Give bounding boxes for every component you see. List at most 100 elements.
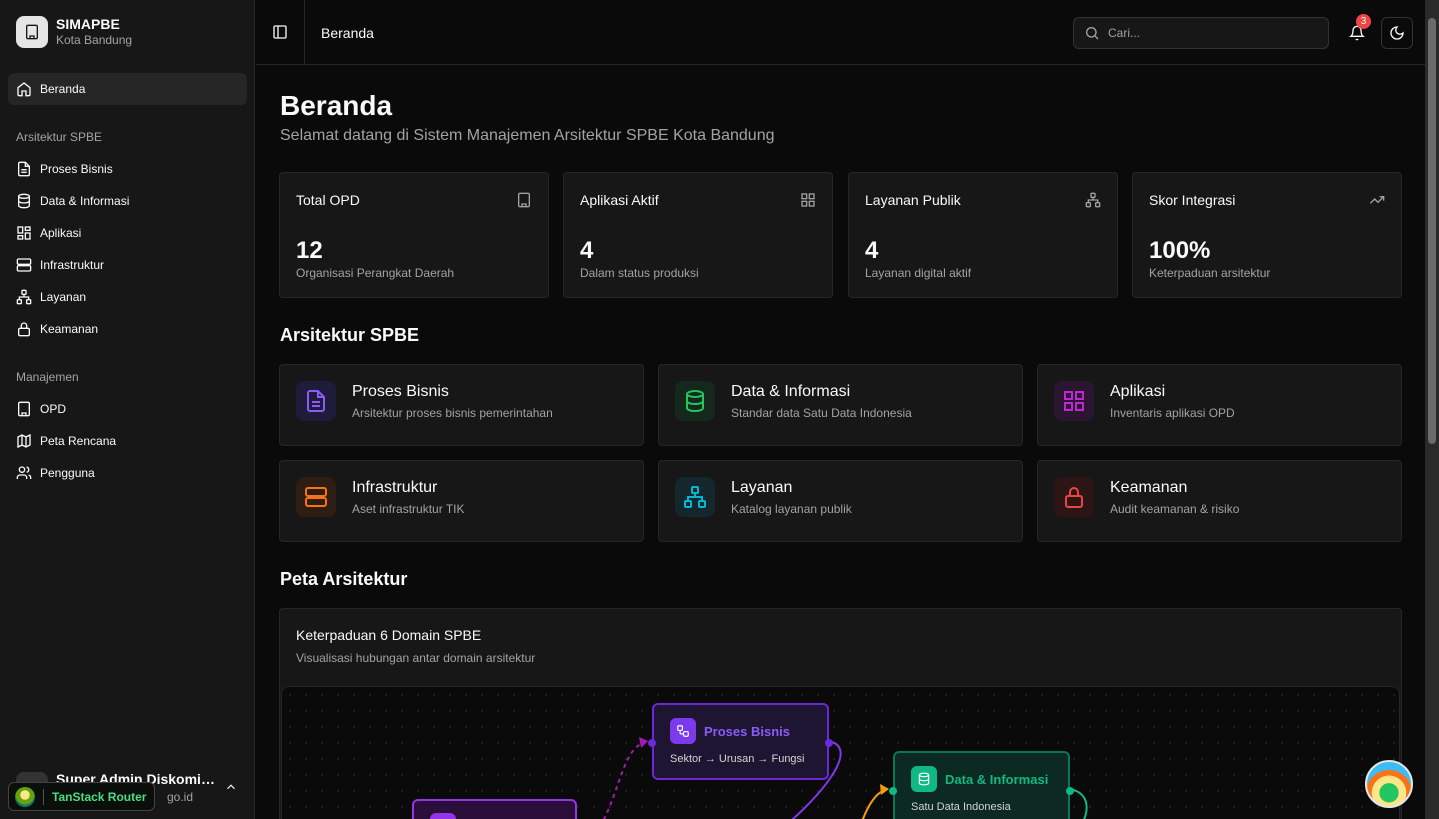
home-icon: [17, 82, 31, 97]
sidebar-item-data-informasi[interactable]: Data & Informasi: [8, 185, 247, 217]
tanstack-devtools-button[interactable]: TanStack Router: [8, 782, 156, 811]
notification-badge: 3: [1356, 14, 1371, 29]
sidebar-group-label: Arsitektur SPBE: [16, 130, 103, 144]
building-icon: [18, 401, 30, 417]
server-icon: [296, 477, 336, 517]
domain-title: Layanan: [731, 479, 793, 496]
domain-description: Aset infrastruktur TIK: [352, 502, 465, 516]
sidebar-item-layanan[interactable]: Layanan: [8, 281, 247, 313]
map-icon: [17, 433, 31, 449]
divider: [43, 788, 44, 805]
domain-title: Aplikasi: [1110, 383, 1166, 400]
flow-node-proses-bisnis[interactable]: Proses Bisnis Sektor → Urusan → Fungsi: [648, 703, 833, 780]
stat-label: Layanan Publik: [865, 192, 961, 208]
node-title: Proses Bisnis: [704, 723, 790, 739]
section-title: Arsitektur SPBE: [280, 325, 420, 345]
stat-description: Keterpaduan arsitektur: [1149, 266, 1271, 280]
domain-card-aplikasi[interactable]: Aplikasi Inventaris aplikasi OPD: [1037, 364, 1402, 446]
server-icon: [16, 258, 32, 272]
stat-value: 100%: [1149, 237, 1211, 264]
node-subtitle: Sektor → Urusan → Fungsi: [670, 753, 805, 765]
scrollbar[interactable]: [1425, 0, 1439, 819]
node-port[interactable]: [825, 739, 833, 747]
trending-up-icon: [1369, 196, 1385, 204]
sidebar-group-label: Manajemen: [16, 370, 79, 384]
stat-label: Skor Integrasi: [1149, 192, 1236, 208]
stat-card-layanan-publik: Layanan Publik 4 Layanan digital aktif: [848, 172, 1118, 298]
app-root: SIMAPBE Kota Bandung Beranda Arsitektur …: [0, 0, 1439, 819]
sidebar-item-label: Beranda: [40, 82, 86, 96]
domain-description: Katalog layanan publik: [731, 502, 852, 516]
grid-icon: [1054, 381, 1094, 421]
stat-card-total-opd: Total OPD 12 Organisasi Perangkat Daerah: [279, 172, 549, 298]
sidebar-item-label: Aplikasi: [40, 226, 82, 240]
database-icon: [675, 381, 715, 421]
domain-title: Data & Informasi: [731, 383, 851, 400]
flow-canvas[interactable]: Proses Bisnis Sektor → Urusan → Fungsi D…: [281, 686, 1400, 819]
chevron-up-icon: [227, 784, 235, 790]
domain-card-infrastruktur[interactable]: Infrastruktur Aset infrastruktur TIK: [279, 460, 644, 542]
domain-title: Keamanan: [1110, 479, 1188, 496]
stat-description: Organisasi Perangkat Daerah: [296, 266, 455, 280]
arrow-icon: [880, 784, 889, 795]
sidebar-item-beranda[interactable]: Beranda: [8, 73, 247, 105]
node-port[interactable]: [648, 739, 656, 747]
floating-devtools-button[interactable]: [1365, 760, 1413, 808]
domain-card-data-informasi[interactable]: Data & Informasi Standar data Satu Data …: [658, 364, 1023, 446]
flow-edge: [602, 740, 649, 819]
page-title: Beranda: [280, 90, 393, 121]
database-icon: [911, 766, 937, 792]
stat-label: Total OPD: [296, 192, 360, 208]
search-input[interactable]: [1108, 26, 1318, 40]
sidebar-item-label: OPD: [40, 402, 67, 416]
breadcrumb: Beranda: [321, 25, 374, 41]
domain-card-keamanan[interactable]: Keamanan Audit keamanan & risiko: [1037, 460, 1402, 542]
building-icon: [518, 192, 530, 208]
domain-title: Proses Bisnis: [352, 383, 449, 400]
sidebar-item-label: Proses Bisnis: [40, 162, 113, 176]
sidebar-item-proses-bisnis[interactable]: Proses Bisnis: [8, 153, 247, 185]
domain-card-proses-bisnis[interactable]: Proses Bisnis Arsitektur proses bisnis p…: [279, 364, 644, 446]
database-icon: [18, 193, 30, 209]
tanstack-logo-icon: [15, 786, 35, 807]
divider: [304, 0, 305, 64]
grid-icon: [801, 193, 815, 207]
brand[interactable]: SIMAPBE Kota Bandung: [16, 16, 132, 48]
moon-icon: [1390, 26, 1404, 40]
sidebar-item-opd[interactable]: OPD: [8, 393, 247, 425]
page-subtitle: Selamat datang di Sistem Manajemen Arsit…: [280, 127, 775, 144]
sidebar-item-label: Pengguna: [40, 466, 95, 480]
stat-card-aplikasi-aktif: Aplikasi Aktif 4 Dalam status produksi: [563, 172, 833, 298]
node-port[interactable]: [889, 787, 897, 795]
users-icon: [16, 466, 32, 479]
grid-icon: [17, 226, 31, 240]
brand-title: SIMAPBE: [56, 16, 120, 32]
domain-card-layanan[interactable]: Layanan Katalog layanan publik: [658, 460, 1023, 542]
domain-description: Inventaris aplikasi OPD: [1110, 406, 1235, 420]
sidebar-item-pengguna[interactable]: Pengguna: [8, 457, 247, 489]
stat-description: Layanan digital aktif: [865, 266, 972, 280]
node-title: Data & Informasi: [945, 771, 1049, 787]
sidebar-item-label: Peta Rencana: [40, 434, 117, 448]
sidebar-item-label: Keamanan: [40, 322, 99, 336]
sidebar-item-aplikasi[interactable]: Aplikasi: [8, 217, 247, 249]
scrollbar-thumb[interactable]: [1428, 18, 1436, 444]
sidebar-item-peta-rencana[interactable]: Peta Rencana: [8, 425, 247, 457]
flow-node-data-informasi[interactable]: Data & Informasi Satu Data Indonesia: [889, 751, 1074, 819]
node-port[interactable]: [1066, 787, 1074, 795]
theme-toggle-button[interactable]: [1381, 17, 1413, 49]
domain-description: Arsitektur proses bisnis pemerintahan: [352, 406, 553, 420]
node-subtitle: Satu Data Indonesia: [911, 801, 1011, 813]
flow-node-partial[interactable]: [412, 799, 577, 819]
stat-label: Aplikasi Aktif: [580, 192, 659, 208]
map-description: Visualisasi hubungan antar domain arsite…: [296, 651, 536, 665]
network-icon: [675, 477, 715, 517]
tanstack-label: TanStack Router: [52, 789, 147, 804]
section-title: Peta Arsitektur: [280, 569, 408, 589]
sidebar-item-keamanan[interactable]: Keamanan: [8, 313, 247, 345]
sidebar-item-infrastruktur[interactable]: Infrastruktur: [8, 249, 247, 281]
architecture-map-card: Keterpaduan 6 Domain SPBE Visualisasi hu…: [279, 608, 1402, 819]
network-icon: [16, 289, 32, 305]
sidebar-toggle-icon[interactable]: [272, 24, 288, 40]
search-box[interactable]: [1073, 17, 1329, 49]
